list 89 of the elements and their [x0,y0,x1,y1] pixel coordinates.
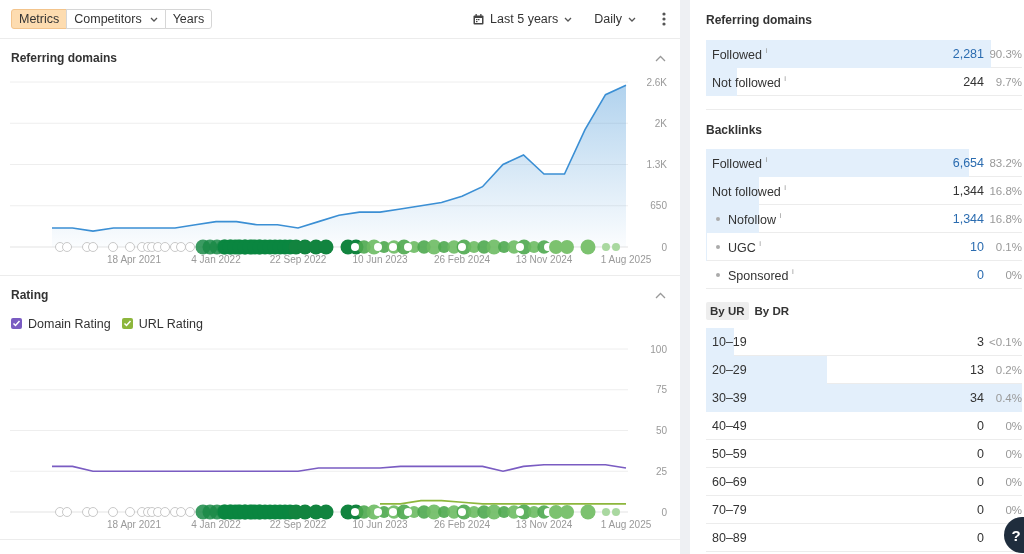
row-label: Followed $^{i}$ [711,154,769,171]
collapse-chevron-icon[interactable] [655,54,666,62]
percent-value: 0% [1004,419,1022,432]
count-link[interactable]: 1,344 [952,211,984,226]
axis-label: 4 Jan 2022 [191,519,241,530]
collapse-chevron-icon[interactable] [655,291,666,299]
view-tab[interactable]: Years [164,9,213,29]
percent-value: 0.1% [994,240,1022,253]
ur-dr-tab[interactable]: By UR [706,302,749,320]
axis-label: 18 Apr 2021 [107,519,161,530]
percent-value: 9.7% [994,75,1022,88]
row-label: 60–69 [711,474,748,489]
interval-dropdown[interactable]: Daily [594,9,636,29]
axis-label: 26 Feb 2024 [433,254,491,265]
count-link[interactable]: 2,281 [952,46,984,61]
axis-label: 26 Feb 2024 [433,519,491,530]
row-label: 30–39 [711,390,748,405]
axis-label: 0 [661,241,667,253]
section-title: Rating [11,288,49,302]
count-value: 1,344 [952,183,984,198]
count-link[interactable]: 6,654 [952,155,984,170]
axis-label: 2.6K [646,77,667,88]
axis-label: 10 Jun 2023 [352,519,408,530]
row-label: 50–59 [711,446,748,461]
legend-label: URL Rating [138,316,203,331]
percent-value: 90.3% [988,47,1022,60]
axis-label: 25 [655,465,667,477]
section-title: Referring domains [11,51,118,65]
percent-value: 0% [1004,503,1022,516]
count-value: 0 [977,446,984,461]
legend-checkbox[interactable] [11,318,22,329]
axis-label: 0 [661,506,667,518]
count-value: 0 [977,418,984,433]
axis-label: 10 Jun 2023 [352,254,408,265]
more-options-icon[interactable] [662,12,666,26]
percent-value: 16.8% [988,212,1022,225]
calendar-icon [473,13,485,25]
row-label: Followed $^{i}$ [711,45,769,62]
ur-dr-tab[interactable]: By DR [750,302,794,320]
legend-checkbox[interactable] [121,318,133,329]
count-value: 13 [970,362,984,377]
row-label: 70–79 [711,502,748,517]
percent-value: 83.2% [988,156,1022,169]
count-value: 0 [977,530,984,545]
axis-label: 4 Jan 2022 [191,254,241,265]
section-title: Referring domains [706,12,814,28]
caret-icon [564,16,573,22]
bullet-icon [716,244,720,249]
percent-value: <0.1% [988,335,1022,348]
bullet-icon [716,216,720,221]
count-link[interactable]: 0 [977,267,984,282]
percent-value: 0.4% [994,391,1022,404]
row-label: 10–19 [711,334,748,349]
count-value: 34 [970,390,984,405]
axis-label: 75 [655,384,667,396]
axis-label: 1.3K [646,159,667,170]
count-value: 0 [977,502,984,517]
axis-label: 22 Sep 2022 [269,519,327,530]
count-value: 244 [963,74,984,89]
row-label: 40–49 [711,418,748,433]
axis-label: 2K [654,117,667,129]
percent-value: 0.2% [994,363,1022,376]
count-link[interactable]: 10 [970,239,984,254]
row-label: 80–89 [711,530,748,545]
axis-label: 1 Aug 2025 [600,519,652,530]
count-value: 3 [977,334,984,349]
axis-label: 18 Apr 2021 [107,254,161,265]
legend-label: Domain Rating [28,316,111,331]
caret-icon [628,16,636,22]
axis-label: 22 Sep 2022 [269,254,327,265]
axis-label: 1 Aug 2025 [600,254,652,265]
count-value: 0 [977,474,984,489]
percent-value: 16.8% [988,184,1022,197]
date-range-dropdown[interactable]: Last 5 years [473,9,573,29]
view-tab[interactable]: Competitors [66,9,166,29]
section-title: Backlinks [706,122,764,138]
axis-label: 650 [650,200,667,212]
axis-label: 13 Nov 2024 [515,254,573,265]
axis-label: 13 Nov 2024 [515,519,573,530]
row-label: 20–29 [711,362,748,377]
bullet-icon [716,272,720,277]
percent-value: 0% [1004,447,1022,460]
help-button[interactable]: ? [1004,517,1024,553]
axis-label: 100 [650,343,667,355]
percent-value: 0% [1004,268,1022,281]
axis-label: 50 [655,425,667,436]
view-tab[interactable]: Metrics [11,9,68,29]
row-label: Nofollow $^{i}$ [727,210,783,227]
percent-value: 0% [1004,475,1022,488]
